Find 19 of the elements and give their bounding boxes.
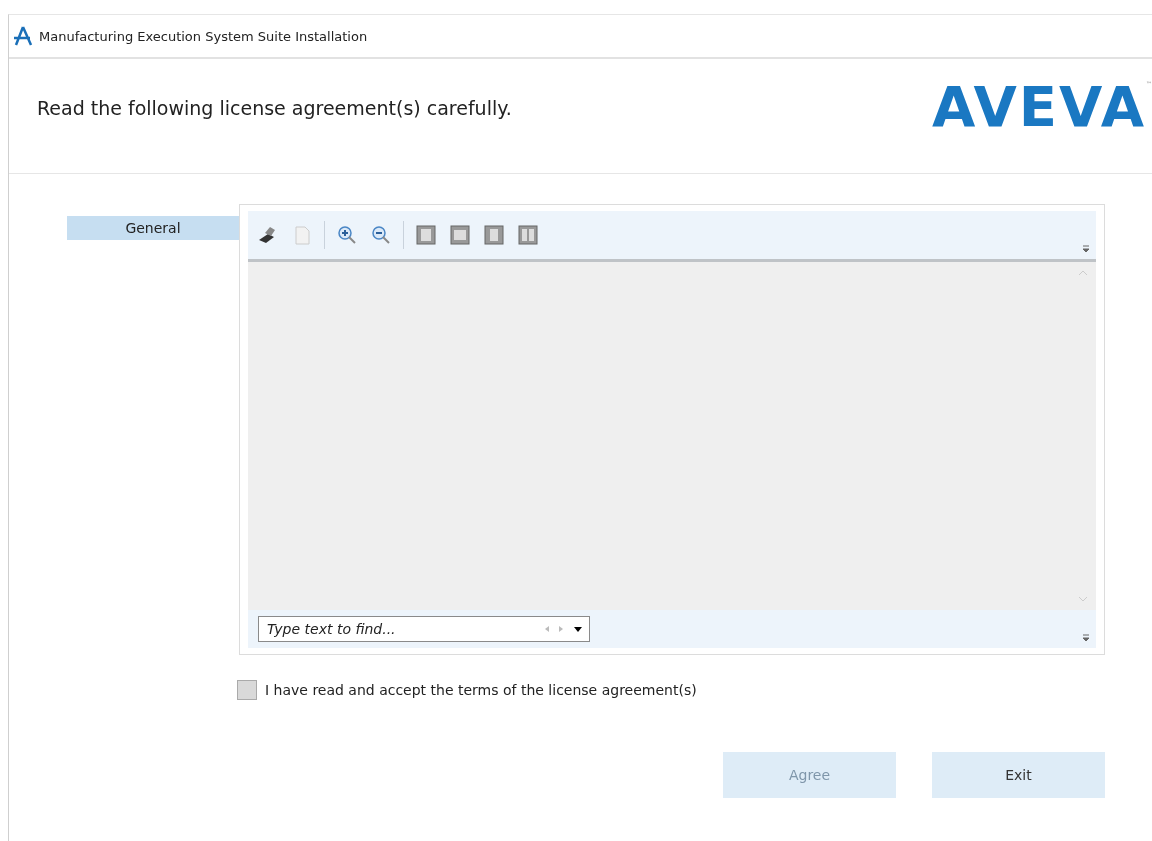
accept-label[interactable]: I have read and accept the terms of the license agreement(s) bbox=[265, 682, 697, 698]
next-icon[interactable] bbox=[557, 625, 565, 633]
logo: AVEVA bbox=[932, 73, 1146, 139]
sidebar-item[interactable]: General bbox=[67, 216, 239, 240]
fit-width-icon[interactable] bbox=[448, 223, 472, 247]
find-field[interactable]: Type text to find... bbox=[258, 616, 590, 642]
single-page-icon[interactable] bbox=[482, 223, 506, 247]
app-logo-icon bbox=[13, 26, 35, 46]
heading: Read the following license agreement(s) carefully. bbox=[37, 97, 512, 119]
overflow-icon[interactable] bbox=[1082, 634, 1090, 642]
find-input[interactable]: Type text to find... bbox=[265, 620, 543, 638]
accept-checkbox[interactable] bbox=[237, 680, 257, 700]
fit-page-icon[interactable] bbox=[414, 223, 438, 247]
window-title: Manufacturing Execution System Suite Installation bbox=[39, 28, 368, 44]
overflow-icon[interactable] bbox=[1082, 245, 1090, 253]
dropdown-icon[interactable] bbox=[573, 625, 583, 633]
exit-button[interactable]: Exit bbox=[932, 752, 1105, 798]
two-pages-icon[interactable] bbox=[516, 223, 540, 247]
previous-icon[interactable] bbox=[543, 625, 551, 633]
